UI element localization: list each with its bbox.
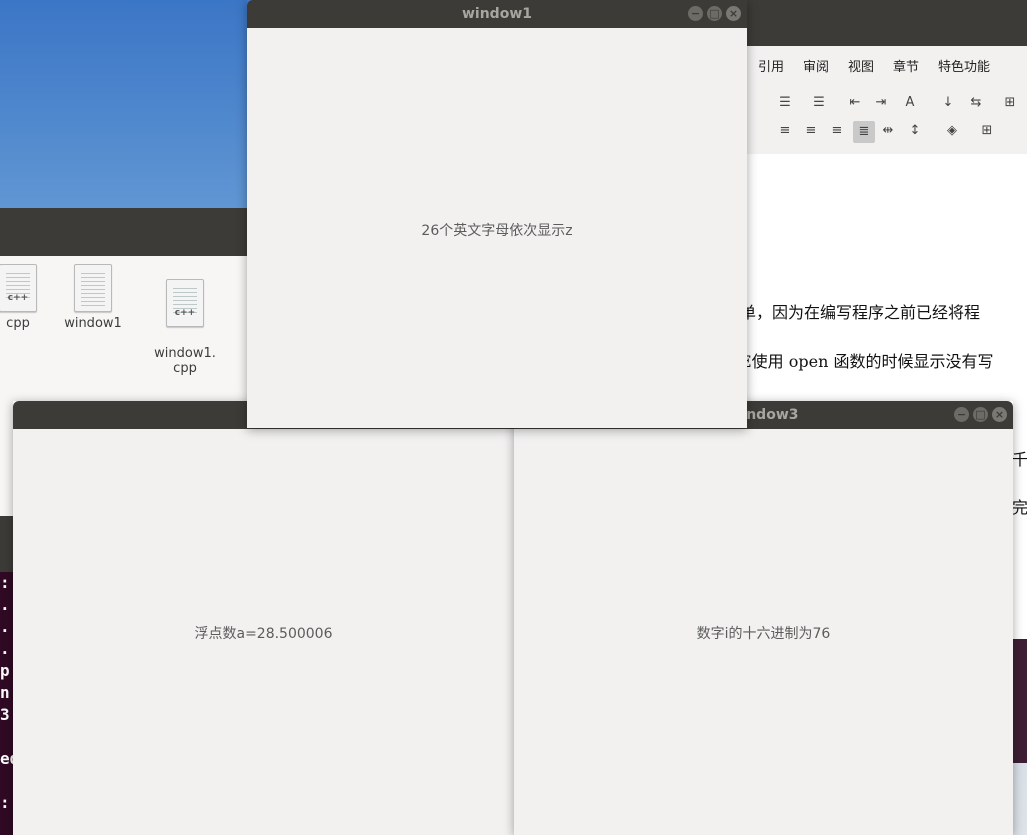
window3-message: 数字i的十六进制为76	[696, 626, 831, 642]
bullet-list-icon[interactable]: ☰	[777, 96, 793, 110]
table-icon[interactable]: ⊞	[1002, 96, 1018, 110]
align-left-icon[interactable]: ≡	[777, 124, 793, 138]
tab-chapter[interactable]: 章节	[893, 56, 919, 75]
shading-icon[interactable]: ◈	[944, 124, 960, 138]
wps-ribbon-tabs: 引用 审阅 视图 章节 特色功能	[740, 46, 1027, 85]
window1-title: window1	[461, 6, 532, 22]
close-button[interactable]: ×	[726, 6, 741, 21]
file-item-cpp[interactable]: c++ cpp	[0, 264, 58, 331]
minimize-button[interactable]: −	[688, 6, 703, 21]
file-label: cpp	[6, 316, 30, 331]
window1-titlebar[interactable]: window1 − □ ×	[247, 0, 747, 28]
window1[interactable]: window1 − □ × 26个英文字母依次显示z	[247, 0, 747, 428]
cpp-file-icon: c++	[166, 279, 204, 327]
doc-paragraph: 完	[1012, 498, 1027, 517]
tab-view[interactable]: 视图	[848, 56, 874, 75]
file-label: window1. cpp	[154, 346, 216, 376]
numbered-list-icon[interactable]: ☰	[811, 96, 827, 110]
border-icon[interactable]: ⊞	[979, 124, 995, 138]
increase-indent-icon[interactable]: ⇥	[873, 96, 889, 110]
window2-content: 浮点数a=28.500006	[13, 429, 514, 835]
close-button[interactable]: ×	[992, 407, 1007, 422]
distribute-icon[interactable]: ⇹	[880, 124, 896, 138]
window1-content: 26个英文字母依次显示z	[247, 28, 747, 428]
tab-review[interactable]: 审阅	[803, 56, 829, 75]
tab-references[interactable]: 引用	[758, 56, 784, 75]
text-file-icon	[74, 264, 112, 312]
align-right-icon[interactable]: ≡	[829, 124, 845, 138]
maximize-button[interactable]: □	[973, 407, 988, 422]
align-center-icon[interactable]: ≡	[803, 124, 819, 138]
file-label: window1	[64, 316, 122, 331]
file-item-window1-cpp[interactable]: c++ window1. cpp	[145, 264, 225, 391]
doc-paragraph: 千	[1012, 450, 1027, 469]
file-item-window1[interactable]: window1	[53, 264, 133, 331]
maximize-button[interactable]: □	[707, 6, 722, 21]
text-effect-icon[interactable]: A	[902, 96, 918, 110]
window2[interactable]: wi 浮点数a=28.500006	[13, 401, 514, 835]
justify-icon[interactable]: ≣	[853, 121, 875, 143]
wps-titlebar	[740, 0, 1027, 46]
wps-toolbar: ☰ ☰ ⇤ ⇥ A ↓ ⇆ ⊞ ≡ ≡ ≡ ≣ ⇹ ↕ ◈ ⊞	[740, 84, 1027, 155]
sort-icon[interactable]: ↓	[940, 96, 956, 110]
window1-message: 26个英文字母依次显示z	[421, 223, 573, 239]
decrease-indent-icon[interactable]: ⇤	[847, 96, 863, 110]
file-manager-header	[0, 208, 260, 256]
window3-content: 数字i的十六进制为76	[514, 429, 1013, 835]
doc-paragraph: 单，因为在编写程序之前已经将程	[740, 303, 981, 322]
window3[interactable]: window3 − □ × 数字i的十六进制为76	[514, 401, 1013, 835]
doc-paragraph: E使用 open 函数的时候显示没有写	[740, 352, 994, 371]
line-direction-icon[interactable]: ⇆	[968, 96, 984, 110]
window2-message: 浮点数a=28.500006	[194, 626, 333, 642]
minimize-button[interactable]: −	[954, 407, 969, 422]
cpp-file-icon: c++	[0, 264, 37, 312]
line-spacing-icon[interactable]: ↕	[907, 124, 923, 138]
tab-special-features[interactable]: 特色功能	[938, 56, 990, 75]
